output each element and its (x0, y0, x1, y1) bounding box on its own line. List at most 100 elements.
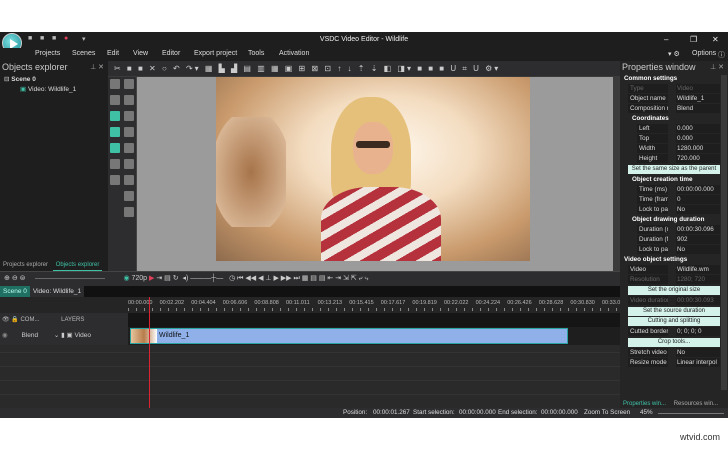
prop-video-value[interactable]: Wildlife.wm (676, 265, 720, 274)
watermark: wtvid.com (679, 432, 720, 442)
play-preview-icon[interactable]: ▶ (149, 275, 154, 282)
tree-item-video[interactable]: ▣ Video: Wildlife_1 (4, 85, 108, 93)
prop-key: Lock to parer (637, 245, 668, 254)
crop-tools-button[interactable]: Crop tools... (628, 338, 720, 347)
quality-dropdown[interactable]: 720p (132, 275, 148, 282)
pointer-tool-icon[interactable] (124, 79, 134, 89)
preview-eye-icon: ◉ (123, 275, 130, 282)
prop-value[interactable]: Wildlife_1 (676, 94, 720, 103)
menu-view[interactable]: View (133, 50, 148, 57)
prop-key: Resize mode (628, 358, 668, 367)
timeline-ruler[interactable]: 00:00.000 00:02.202 00:04.404 00:06.606 00:0… (128, 297, 620, 313)
tab-scene-0[interactable]: Scene 0 (0, 286, 30, 297)
audio-spectrum-tool-icon[interactable] (110, 79, 120, 89)
prop-time-frame-value[interactable]: 0 (676, 195, 720, 204)
text-tool-icon[interactable] (124, 191, 134, 201)
menu-editor[interactable]: Editor (162, 50, 180, 57)
section-coordinates[interactable]: Coordinates (620, 114, 728, 124)
customize-icon[interactable]: ▾ (82, 35, 86, 43)
image-tool-icon[interactable] (110, 111, 120, 121)
tab-objects-explorer[interactable]: Objects explorer (52, 260, 103, 271)
track-eye-icon[interactable]: ◉ (2, 332, 8, 339)
section-common-settings[interactable]: Common settings (620, 74, 728, 84)
blend-mode-dropdown[interactable]: Blend (21, 332, 38, 339)
original-size-button[interactable]: Set the original size (628, 286, 720, 295)
playback-icons[interactable]: ⇥ ▤ ↻ ◂) ―――┼― ◷ ⏮ ◀◀ ◀ ⊥ ▶ ▶▶ ⏭ ▦ ▤ ▤ ⇤… (156, 275, 368, 282)
prop-key: Type (628, 84, 668, 93)
prop-duration-ms-value[interactable]: 00:00:30.096 (676, 225, 720, 234)
menu-export-project[interactable]: Export project (194, 50, 237, 57)
zoom-slider[interactable] (35, 277, 106, 279)
ruler-spacer (0, 297, 128, 313)
subtitle-tool-icon[interactable] (124, 207, 134, 217)
tab-projects-explorer[interactable]: Projects explorer (0, 260, 51, 270)
menu-projects[interactable]: Projects (35, 50, 60, 57)
zoom-fit-icon[interactable]: ⊜ (20, 275, 26, 282)
properties-pin-close-icons[interactable]: ⊥ ✕ (710, 63, 724, 71)
open-icon[interactable]: ■ (40, 35, 44, 42)
zoom-in-icon[interactable]: ⊕ (4, 275, 10, 282)
prop-lock-value[interactable]: No (676, 205, 720, 214)
new-icon[interactable]: ■ (28, 35, 32, 42)
record-icon[interactable]: ● (64, 35, 68, 42)
section-creation-time[interactable]: Object creation time (620, 175, 728, 185)
menu-activation[interactable]: Activation (279, 50, 309, 57)
close-button[interactable]: ✕ (712, 35, 719, 44)
save-icon[interactable]: ■ (52, 35, 56, 42)
move-tool-icon[interactable] (110, 175, 120, 185)
video-track-area: Wildlife_1 (128, 327, 620, 345)
source-duration-button[interactable]: Set the source duration (628, 307, 720, 316)
section-drawing-duration[interactable]: Object drawing duration (620, 215, 728, 225)
prop-lock-value[interactable]: No (676, 245, 720, 254)
preview-canvas[interactable] (137, 77, 613, 271)
prop-width-value[interactable]: 1280.000 (676, 144, 720, 153)
editor-toolbar[interactable]: ✂ ■ ■ ✕ ○ ↶ ↷▾ ▦ ▙ ▟ ▤ ▥ ▦ ▣ ⊞ ⊠ ⊡ ↑ ↓ ⇡… (108, 61, 620, 77)
zoom-out-icon[interactable]: ⊖ (12, 275, 18, 282)
tree-item-scene[interactable]: ⊟ Scene 0 (4, 75, 108, 83)
preview-scrollbar[interactable] (613, 77, 620, 271)
menu-tools[interactable]: Tools (248, 50, 264, 57)
restore-button[interactable]: ❐ (690, 35, 697, 44)
prop-resize-value[interactable]: Linear interpol (676, 358, 720, 367)
prop-cutted-borders-value[interactable]: 0; 0; 0; 0 (676, 327, 720, 336)
rectangle-tool-icon[interactable] (124, 143, 134, 153)
line-tool-icon[interactable] (124, 127, 134, 137)
tab-video-wildlife[interactable]: Video: Wildlife_1 (29, 286, 85, 297)
video-tool-icon[interactable] (110, 143, 120, 153)
info-icon[interactable]: ⓘ (718, 50, 725, 60)
layers-tool-icon[interactable] (124, 111, 134, 121)
section-video-settings[interactable]: Video object settings (620, 255, 728, 265)
prop-top-value[interactable]: 0.000 (676, 134, 720, 143)
prop-stretch-value[interactable]: No (676, 348, 720, 357)
person-tool-icon[interactable] (110, 95, 120, 105)
prop-type: Type Video (620, 84, 728, 94)
prop-value[interactable]: Blend (676, 104, 720, 113)
ellipse-tool-icon[interactable] (124, 159, 134, 169)
playhead[interactable] (149, 297, 150, 408)
lock-icon[interactable]: 🔒 (11, 317, 18, 323)
zoom-to-screen-button[interactable]: Zoom To Screen (584, 408, 630, 418)
cutting-splitting-button[interactable]: Cutting and splitting (628, 317, 720, 326)
same-size-button[interactable]: Set the same size as the parent has (628, 165, 720, 181)
visibility-eye-icon[interactable]: 👁 (2, 317, 10, 323)
prop-left-value[interactable]: 0.000 (676, 124, 720, 133)
sprite-tool-icon[interactable] (124, 95, 134, 105)
prop-time-ms-value[interactable]: 00:00:00.000 (676, 185, 720, 194)
position-value: 00:00:01.267 (373, 409, 410, 416)
ruler-tick-label: 00:28.628 (538, 300, 564, 306)
options-button[interactable]: Options (692, 50, 716, 57)
freeform-tool-icon[interactable] (124, 175, 134, 185)
ruler-tick-label: 00:13.213 (317, 300, 343, 306)
menu-scenes[interactable]: Scenes (72, 50, 95, 57)
menu-edit[interactable]: Edit (107, 50, 119, 57)
chart-tool-icon[interactable] (110, 127, 120, 137)
video-clip[interactable]: Wildlife_1 (130, 328, 568, 344)
panel-pin-close-icons[interactable]: ⊥ ✕ (90, 63, 104, 71)
bars-tool-icon[interactable] (110, 159, 120, 169)
prop-duration-frame-value[interactable]: 902 (676, 235, 720, 244)
options-gear-icon[interactable]: ▾ ⚙ (668, 50, 680, 58)
zoom-slider[interactable] (658, 413, 724, 414)
objects-explorer-panel: Objects explorer ⊥ ✕ ⊟ Scene 0 ▣ Video: … (0, 61, 108, 271)
prop-height-value[interactable]: 720.000 (676, 154, 720, 163)
minimize-button[interactable]: – (664, 35, 668, 44)
